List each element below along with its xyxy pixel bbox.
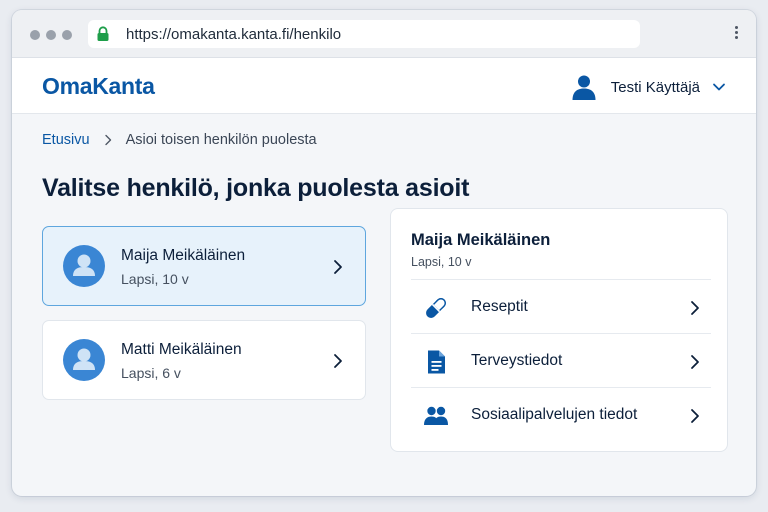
user-name: Testi Käyttäjä bbox=[610, 78, 700, 96]
person-card-matti[interactable]: Matti Meikäläinen Lapsi, 6 v bbox=[42, 320, 366, 400]
service-label: Reseptit bbox=[471, 298, 528, 315]
service-label: Sosiaalipalvelujen tiedot bbox=[471, 406, 638, 423]
chevron-right-icon bbox=[334, 354, 342, 368]
people-icon bbox=[424, 406, 448, 425]
person-detail-panel: Maija Meikäläinen Lapsi, 10 v Reseptit T… bbox=[390, 208, 728, 452]
service-row-terveystiedot[interactable]: Terveystiedot bbox=[411, 333, 711, 387]
window-maximize-dot[interactable] bbox=[62, 30, 72, 40]
breadcrumb-home-link[interactable]: Etusivu bbox=[42, 132, 90, 148]
chevron-right-icon bbox=[334, 260, 342, 274]
chevron-right-icon bbox=[691, 409, 699, 423]
avatar bbox=[63, 339, 105, 381]
address-url[interactable]: https://omakanta.kanta.fi/henkilo bbox=[126, 26, 341, 43]
browser-toolbar: https://omakanta.kanta.fi/henkilo bbox=[12, 10, 756, 58]
user-icon bbox=[572, 75, 596, 100]
service-row-reseptit[interactable]: Reseptit bbox=[411, 279, 711, 333]
person-detail: Lapsi, 10 v bbox=[121, 271, 189, 287]
lock-icon bbox=[97, 26, 109, 41]
person-name: Maija Meikäläinen bbox=[121, 247, 246, 264]
person-name: Matti Meikäläinen bbox=[121, 341, 242, 358]
window-close-dot[interactable] bbox=[30, 30, 40, 40]
chevron-right-icon bbox=[691, 301, 699, 315]
person-icon bbox=[73, 348, 95, 370]
user-menu[interactable]: Testi Käyttäjä bbox=[571, 72, 726, 102]
window-minimize-dot[interactable] bbox=[46, 30, 56, 40]
person-detail: Lapsi, 6 v bbox=[121, 365, 181, 381]
breadcrumb-current: Asioi toisen henkilön puolesta bbox=[125, 132, 317, 148]
person-card-maija[interactable]: Maija Meikäläinen Lapsi, 10 v bbox=[42, 226, 366, 306]
omakanta-logo[interactable]: OmaKanta bbox=[42, 73, 155, 100]
service-row-sosiaalipalvelut[interactable]: Sosiaalipalvelujen tiedot bbox=[411, 387, 711, 441]
document-icon bbox=[428, 350, 445, 374]
site-header: OmaKanta Testi Käyttäjä bbox=[12, 58, 756, 114]
detail-person-name: Maija Meikäläinen bbox=[411, 231, 551, 249]
pill-icon bbox=[426, 298, 446, 318]
avatar bbox=[63, 245, 105, 287]
browser-menu-icon[interactable] bbox=[734, 26, 738, 42]
chevron-down-icon bbox=[713, 83, 725, 91]
breadcrumb: Etusivu Asioi toisen henkilön puolesta bbox=[42, 132, 317, 148]
page-title: Valitse henkilö, jonka puolesta asioit bbox=[42, 174, 470, 202]
chevron-right-icon bbox=[104, 134, 111, 146]
browser-window: https://omakanta.kanta.fi/henkilo OmaKan… bbox=[12, 10, 756, 496]
address-bar[interactable]: https://omakanta.kanta.fi/henkilo bbox=[88, 20, 640, 48]
chevron-right-icon bbox=[691, 355, 699, 369]
service-label: Terveystiedot bbox=[471, 352, 563, 369]
detail-person-info: Lapsi, 10 v bbox=[411, 255, 472, 269]
person-icon bbox=[73, 254, 95, 276]
